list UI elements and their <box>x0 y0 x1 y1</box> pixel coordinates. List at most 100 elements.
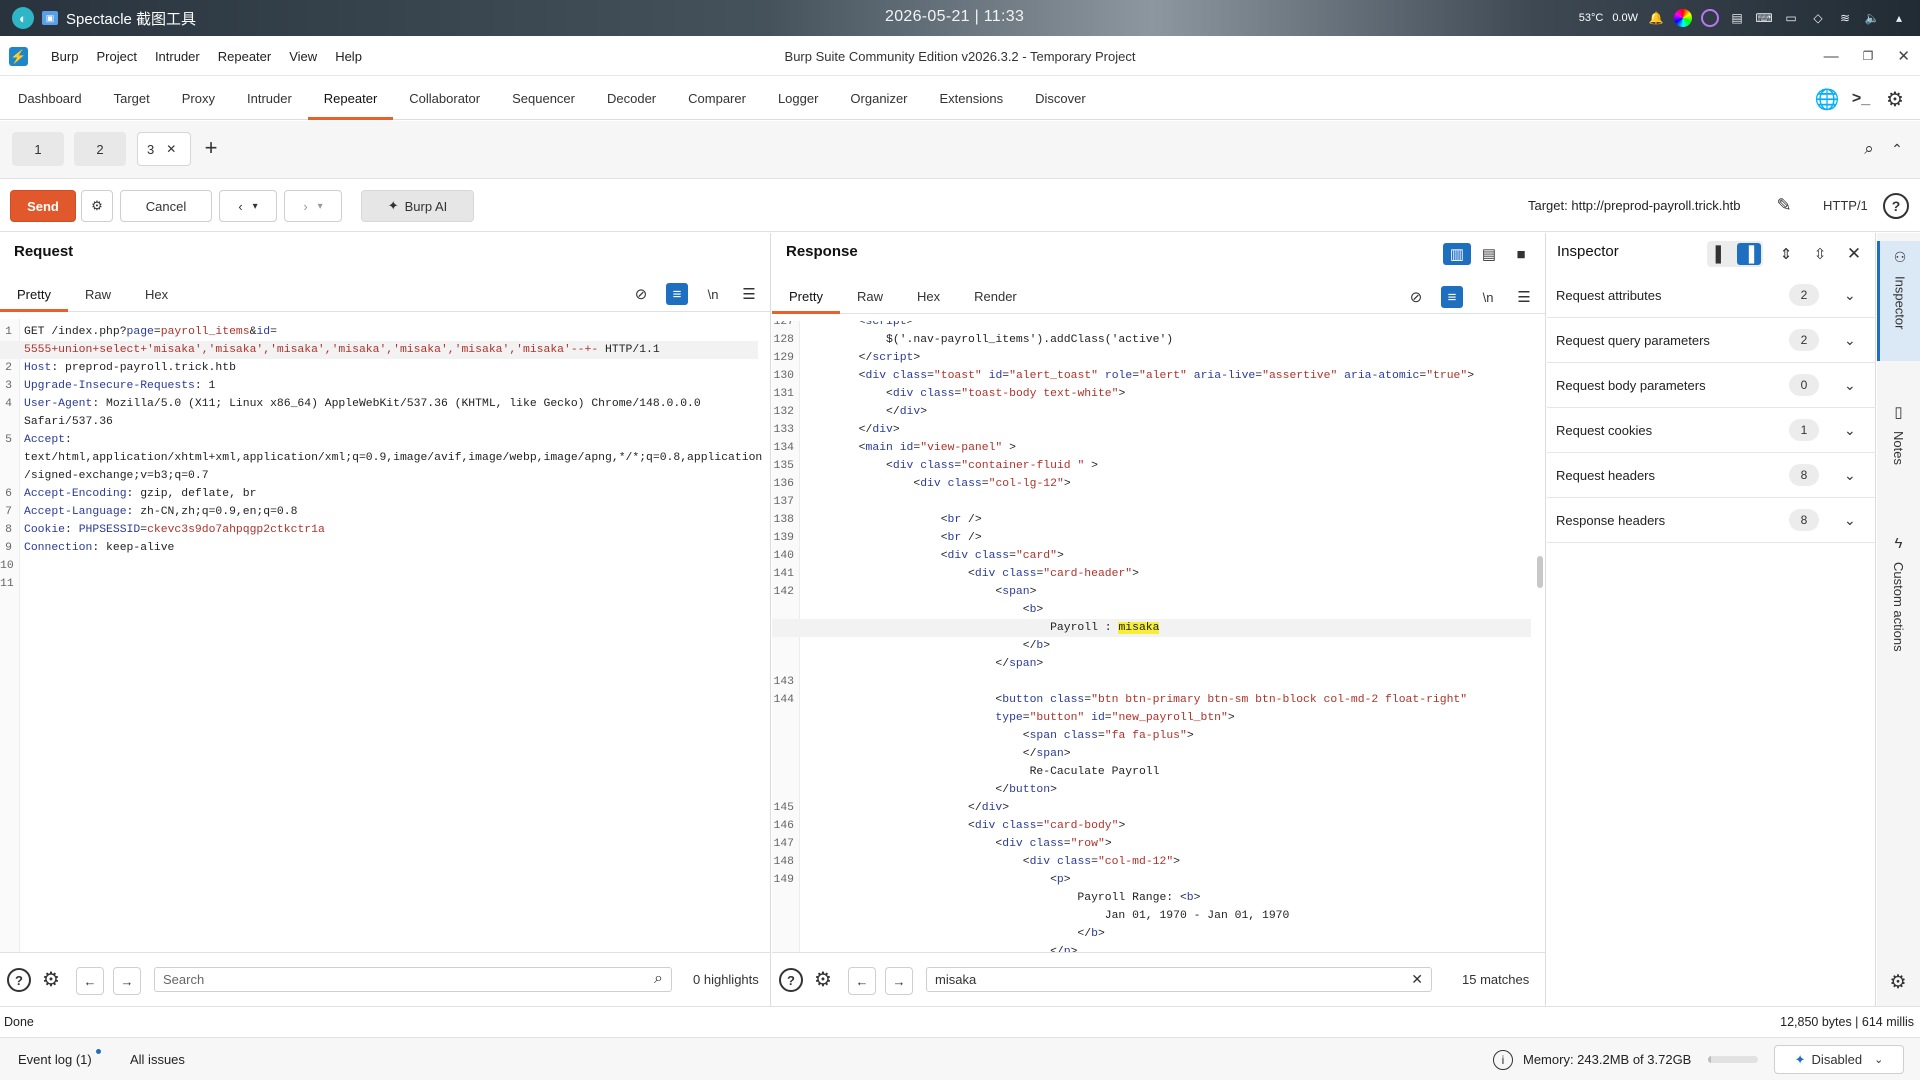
terminal-icon[interactable]: >_ <box>1850 88 1872 110</box>
close-tab-icon[interactable]: ✕ <box>166 142 176 156</box>
menu-icon[interactable]: ☰ <box>1513 286 1535 308</box>
newline-toggle-icon[interactable]: \n <box>1477 286 1499 308</box>
shield-icon[interactable]: ◇ <box>1809 9 1827 27</box>
hide-nonprintable-icon[interactable]: ⊘ <box>1405 286 1427 308</box>
response-help-icon[interactable]: ? <box>779 968 803 992</box>
request-editor[interactable]: 1 GET /index.php?page=payroll_items&id= 55… <box>0 319 770 952</box>
inspector-row-request-headers[interactable]: Request headers 8 ⌄ <box>1547 453 1876 498</box>
inspector-row-request-query-parameters[interactable]: Request query parameters 2 ⌄ <box>1547 318 1876 363</box>
layout-split-vertical-icon[interactable]: ▤ <box>1475 243 1503 265</box>
menu-repeater[interactable]: Repeater <box>209 49 280 64</box>
cancel-button[interactable]: Cancel <box>120 190 212 222</box>
os-clock[interactable]: 2026-05-21 | 11:33 <box>885 8 1024 26</box>
rail-settings-gear-icon[interactable]: ⚙ <box>1887 971 1909 993</box>
tab-logger[interactable]: Logger <box>762 82 834 120</box>
menu-icon[interactable]: ☰ <box>738 283 760 305</box>
restore-icon[interactable]: ❐ <box>1863 49 1874 63</box>
request-tab-hex[interactable]: Hex <box>128 277 185 312</box>
inspector-row-request-attributes[interactable]: Request attributes 2 ⌄ <box>1547 273 1876 318</box>
os-app-indicator[interactable]: ◐ ▣ Spectacle 截图工具 <box>12 0 196 36</box>
rail-inspector[interactable]: ⚇ Inspector <box>1877 241 1920 361</box>
settings-gear-icon[interactable]: ⚙ <box>1884 88 1906 111</box>
response-editor[interactable]: 127 <script> 128 $('.nav-payroll_items').… <box>772 321 1545 952</box>
request-next-match-icon[interactable]: → <box>113 967 141 995</box>
rail-notes[interactable]: ▯ Notes <box>1877 403 1920 513</box>
back-history-button[interactable]: ‹ ▾ <box>219 190 277 222</box>
layout-split-horizontal-icon[interactable]: ▥ <box>1443 243 1471 265</box>
inspector-row-response-headers[interactable]: Response headers 8 ⌄ <box>1547 498 1876 543</box>
hide-nonprintable-icon[interactable]: ⊘ <box>630 283 652 305</box>
chevron-down-icon[interactable]: ⌄ <box>1844 422 1856 439</box>
tab-proxy[interactable]: Proxy <box>166 82 231 120</box>
menu-intruder[interactable]: Intruder <box>146 49 209 64</box>
volume-muted-icon[interactable]: 🔈 <box>1863 9 1881 27</box>
tab-decoder[interactable]: Decoder <box>591 82 672 120</box>
add-tab-icon[interactable]: + <box>200 135 222 160</box>
repeater-tab-2[interactable]: 2 <box>74 132 126 166</box>
search-tabs-icon[interactable]: ⌕ <box>1858 138 1880 160</box>
edit-target-icon[interactable]: ✎ <box>1773 194 1795 216</box>
tab-extensions[interactable]: Extensions <box>924 82 1020 120</box>
power-draw[interactable]: 0.0W <box>1612 12 1638 24</box>
request-tab-pretty[interactable]: Pretty <box>0 277 68 312</box>
app-circle-icon[interactable] <box>1701 9 1719 27</box>
tab-dashboard[interactable]: Dashboard <box>2 82 98 120</box>
request-search-settings-icon[interactable]: ⚙ <box>40 968 62 991</box>
response-tab-render[interactable]: Render <box>957 279 1034 314</box>
expand-tray-icon[interactable]: ▴ <box>1890 9 1908 27</box>
response-next-match-icon[interactable]: → <box>885 967 913 995</box>
chevron-down-icon[interactable]: ⌄ <box>1844 332 1856 349</box>
color-picker-icon[interactable] <box>1674 9 1692 27</box>
tab-repeater[interactable]: Repeater <box>307 82 394 120</box>
notification-bell-icon[interactable]: 🔔 <box>1647 9 1665 27</box>
ai-status-dropdown[interactable]: ✦ Disabled ⌄ <box>1774 1045 1904 1074</box>
chevron-down-icon[interactable]: ⌄ <box>1844 512 1856 529</box>
collapse-icon[interactable]: ⌃ <box>1886 138 1908 160</box>
inspector-dock-right-icon[interactable]: ▐ <box>1737 243 1761 265</box>
globe-icon[interactable]: 🌐 <box>1815 88 1840 111</box>
inspector-row-request-cookies[interactable]: Request cookies 1 ⌄ <box>1547 408 1876 453</box>
response-tab-raw[interactable]: Raw <box>840 279 900 314</box>
word-wrap-icon[interactable]: ≡ <box>1441 286 1463 308</box>
inspector-row-request-body-parameters[interactable]: Request body parameters 0 ⌄ <box>1547 363 1876 408</box>
word-wrap-icon[interactable]: ≡ <box>666 283 688 305</box>
display-icon[interactable]: ▭ <box>1782 9 1800 27</box>
http-version[interactable]: HTTP/1 <box>1823 198 1868 213</box>
rail-custom-actions[interactable]: ϟ Custom actions <box>1877 535 1920 685</box>
repeater-tab-1[interactable]: 1 <box>12 132 64 166</box>
forward-history-button[interactable]: › ▾ <box>284 190 342 222</box>
cpu-temp[interactable]: 53°C <box>1579 12 1604 24</box>
collapse-all-icon[interactable]: ⇳ <box>1809 243 1831 265</box>
tab-comparer[interactable]: Comparer <box>672 82 762 120</box>
clipboard-icon[interactable]: ▤ <box>1728 9 1746 27</box>
magnifier-icon[interactable]: ⌕ <box>654 970 663 988</box>
expand-all-icon[interactable]: ⇕ <box>1775 243 1797 265</box>
all-issues-link[interactable]: All issues <box>130 1052 185 1067</box>
response-search-input[interactable]: misaka ✕ <box>926 967 1432 992</box>
request-tab-raw[interactable]: Raw <box>68 277 128 312</box>
inspector-dock-left-icon[interactable]: ▌ <box>1709 243 1733 265</box>
menu-help[interactable]: Help <box>326 49 371 64</box>
burp-ai-button[interactable]: ✦ Burp AI <box>361 190 474 222</box>
repeater-tab-3[interactable]: 3 ✕ <box>137 132 191 166</box>
target-url[interactable]: Target: http://preprod-payroll.trick.htb <box>1528 198 1740 213</box>
layout-tabs-icon[interactable]: ■ <box>1507 243 1535 265</box>
response-tab-pretty[interactable]: Pretty <box>772 279 840 314</box>
wifi-icon[interactable]: ≋ <box>1836 9 1854 27</box>
request-help-icon[interactable]: ? <box>7 968 31 992</box>
close-window-icon[interactable]: ✕ <box>1897 47 1910 65</box>
event-log-link[interactable]: Event log (1) <box>18 1052 92 1067</box>
tab-collaborator[interactable]: Collaborator <box>393 82 496 120</box>
keyboard-icon[interactable]: ⌨ <box>1755 9 1773 27</box>
tab-discover[interactable]: Discover <box>1019 82 1102 120</box>
response-tab-hex[interactable]: Hex <box>900 279 957 314</box>
tab-intruder[interactable]: Intruder <box>231 82 308 120</box>
kde-logo-icon[interactable]: ◐ <box>12 7 34 29</box>
close-inspector-icon[interactable]: ✕ <box>1843 243 1865 265</box>
tab-target[interactable]: Target <box>98 82 166 120</box>
clear-search-icon[interactable]: ✕ <box>1411 971 1423 988</box>
menu-project[interactable]: Project <box>87 49 145 64</box>
send-settings-gear-icon[interactable]: ⚙ <box>81 190 113 222</box>
request-prev-match-icon[interactable]: ← <box>76 967 104 995</box>
newline-toggle-icon[interactable]: \n <box>702 283 724 305</box>
